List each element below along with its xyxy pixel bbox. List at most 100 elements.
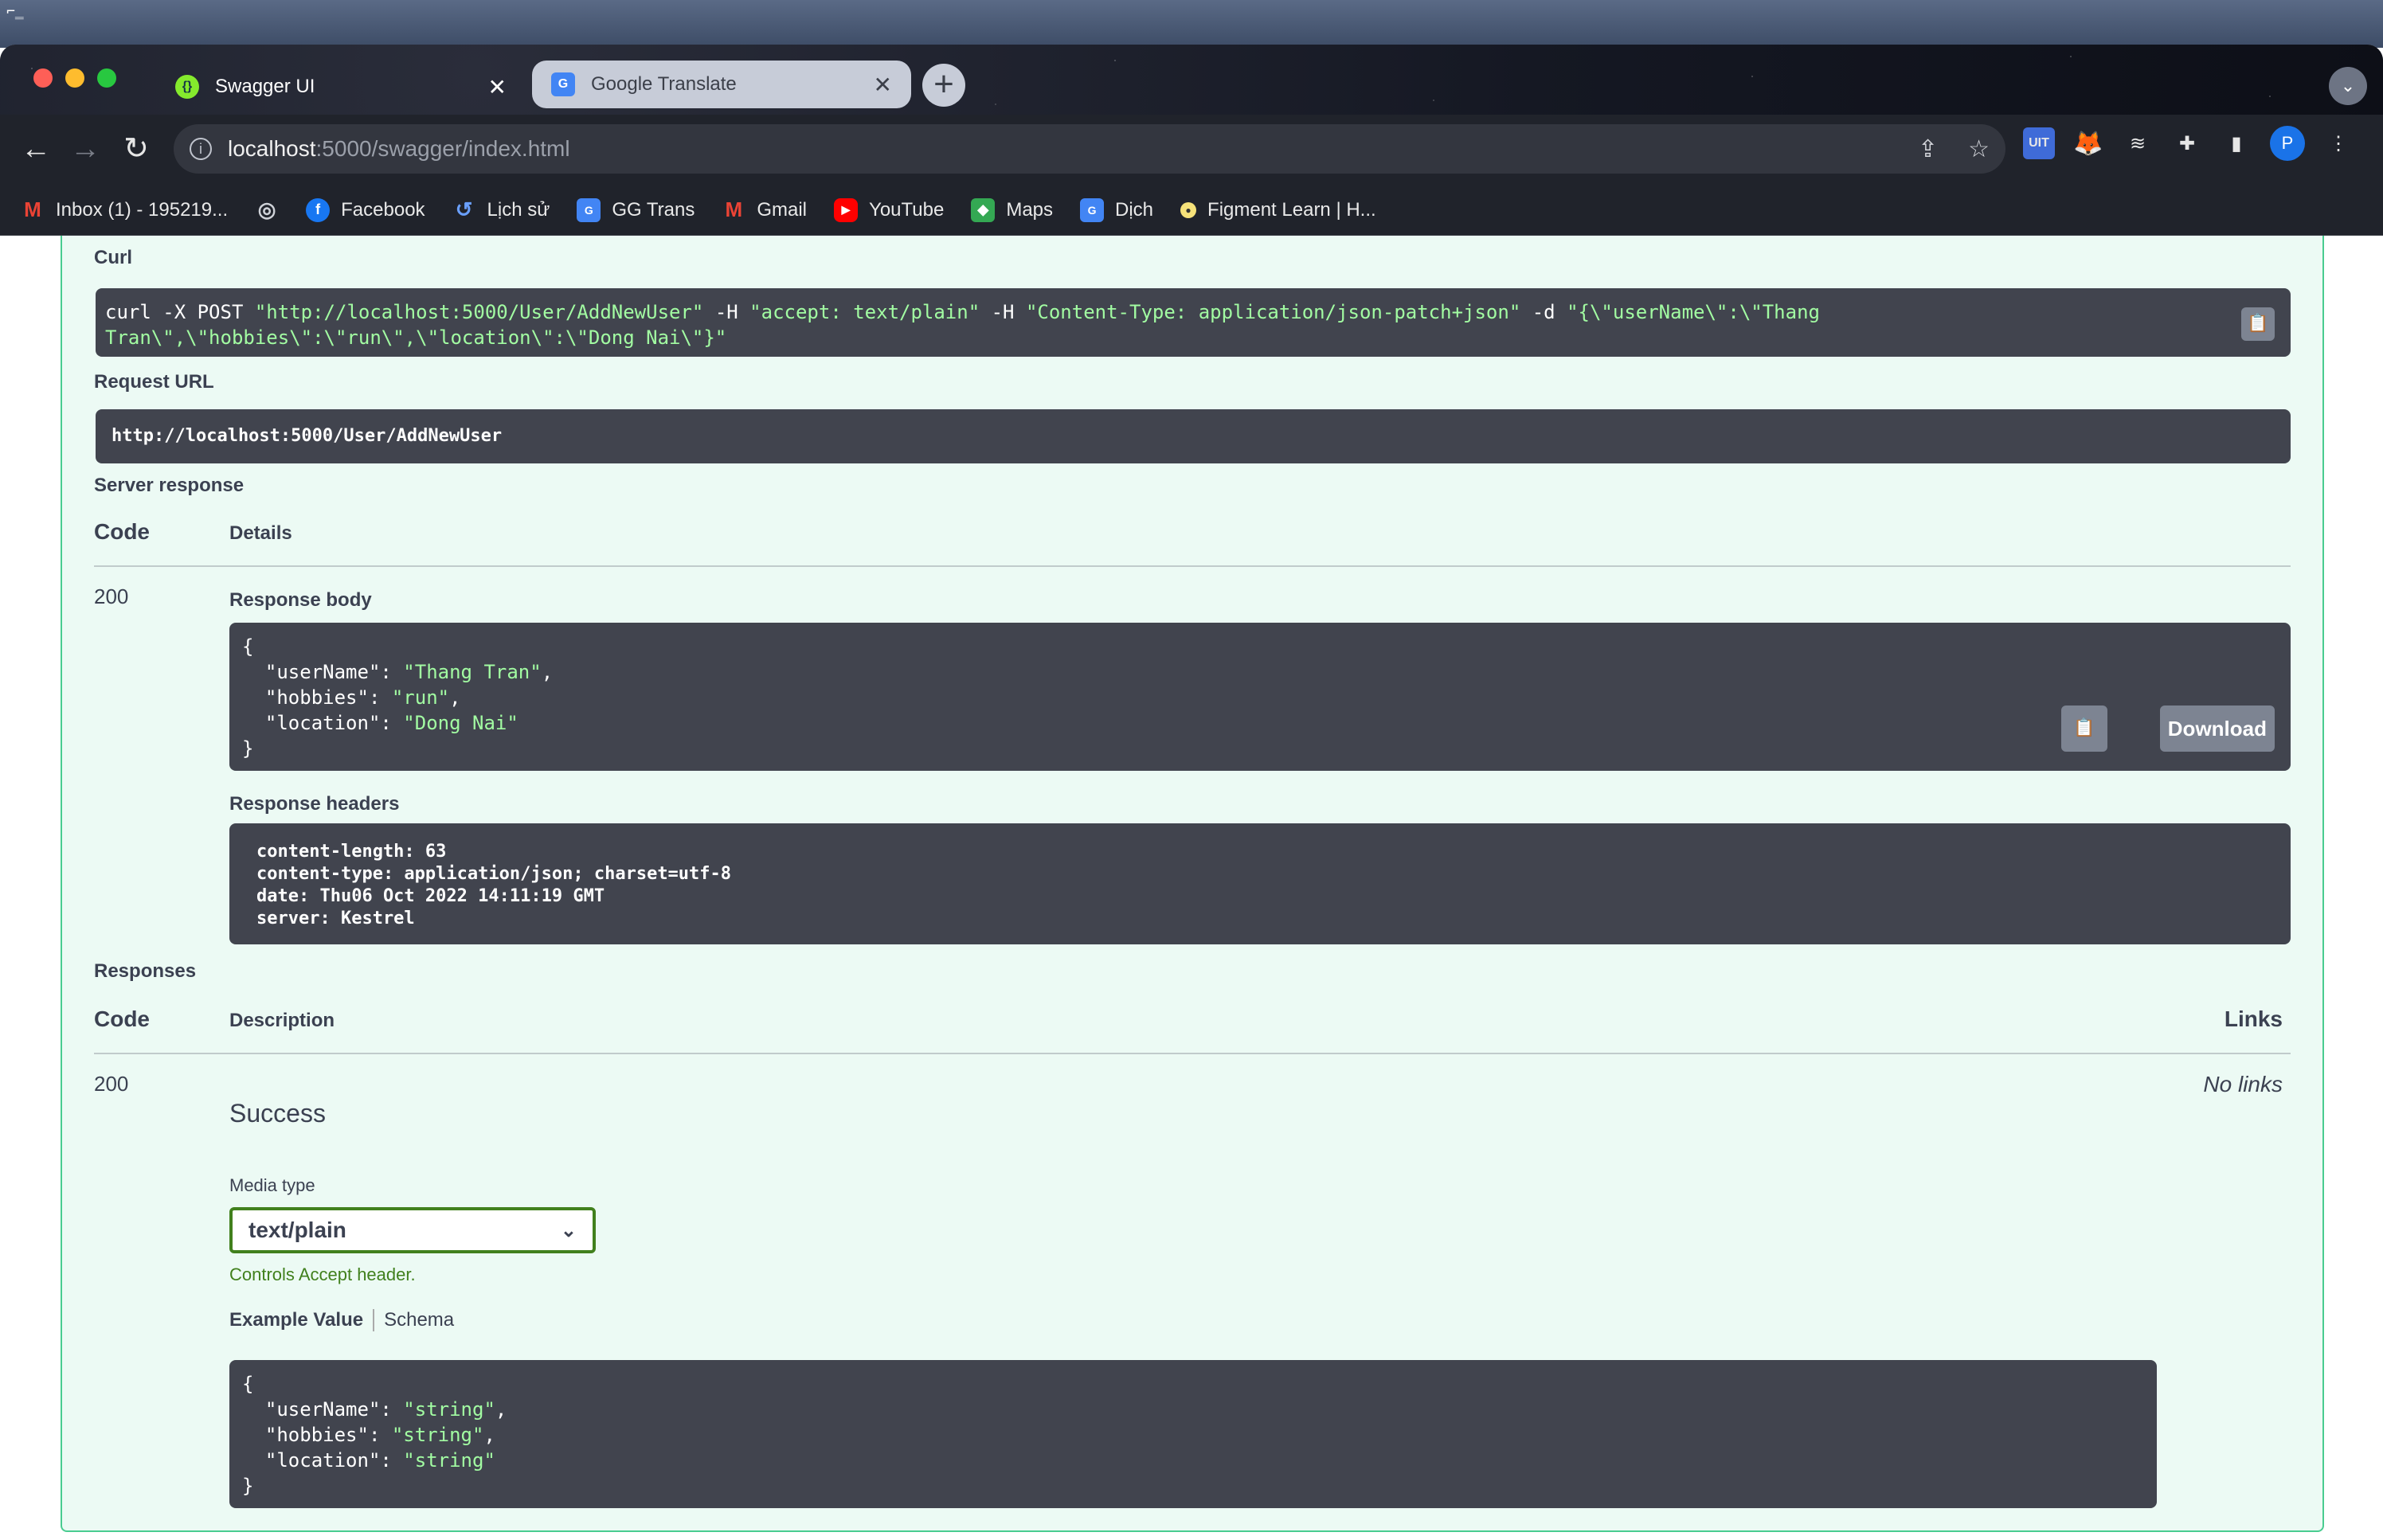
- example-value-code: { "userName": "string", "hobbies": "stri…: [229, 1360, 2157, 1508]
- json-value: string: [403, 1424, 472, 1446]
- response-headers-label: Response headers: [229, 793, 400, 815]
- copy-response-button[interactable]: 📋: [2061, 706, 2107, 752]
- curl-text: -d: [1520, 301, 1567, 323]
- extensions-area: UIT 🦊 ≋ ✚ ▮ P ⋮: [2023, 126, 2354, 161]
- header-line: content-type: application/json; charset=…: [256, 864, 732, 884]
- header-line: date: Thu06 Oct 2022 14:11:19 GMT: [256, 886, 605, 906]
- example-tabs: Example Value Schema: [229, 1309, 454, 1331]
- header-line: content-length: 63: [256, 842, 447, 862]
- bookmark-figment[interactable]: ● Figment Learn | H...: [1180, 199, 1376, 221]
- response-code: 200: [94, 1072, 129, 1096]
- side-panel-icon[interactable]: ▮: [2221, 127, 2252, 159]
- download-button[interactable]: Download: [2159, 706, 2275, 752]
- gmail-icon: M: [24, 197, 41, 221]
- bookmark-label: Facebook: [341, 198, 425, 221]
- share-icon[interactable]: ⇪: [1918, 135, 1938, 163]
- curl-body: "{\"userName\":\"Thang: [1567, 301, 1820, 323]
- close-window-button[interactable]: [33, 68, 53, 88]
- url-host: localhost: [228, 136, 316, 161]
- controls-accept-note: Controls Accept header.: [229, 1264, 416, 1284]
- bookmark-facebook[interactable]: f Facebook: [306, 197, 425, 222]
- responses-label: Responses: [94, 960, 197, 982]
- tab-title: Swagger UI: [215, 76, 315, 97]
- menubar-glyph: ⌐‗: [6, 3, 24, 20]
- table-divider: [94, 565, 2291, 567]
- site-info-icon[interactable]: i: [190, 138, 212, 160]
- request-url-value: http://localhost:5000/User/AddNewUser: [96, 409, 2291, 463]
- puzzle-extensions-icon[interactable]: ✚: [2171, 127, 2203, 159]
- bookmark-label: Inbox (1) - 195219...: [56, 198, 229, 221]
- bookmark-youtube[interactable]: ▶ YouTube: [834, 197, 945, 222]
- kebab-menu-icon[interactable]: ⋮: [2322, 127, 2354, 159]
- tab-swagger-ui[interactable]: {} Swagger UI ✕: [156, 59, 526, 115]
- figment-icon: ●: [1180, 201, 1197, 218]
- stack-extension-icon[interactable]: ≋: [2122, 127, 2154, 159]
- tab-search-button[interactable]: ⌄: [2329, 67, 2367, 105]
- table-divider: [94, 1053, 2291, 1054]
- page-content: Curl curl -X POST "http://localhost:5000…: [0, 236, 2383, 1540]
- close-tab-icon[interactable]: ✕: [874, 72, 892, 98]
- bookmark-maps[interactable]: ◆ Maps: [971, 197, 1054, 222]
- tab-strip: {} Swagger UI ✕ G Google Translate ✕ + ⌄: [0, 45, 2383, 115]
- curl-command: curl -X POST "http://localhost:5000/User…: [96, 288, 2291, 357]
- curl-text: curl -X POST: [105, 301, 255, 323]
- gmail-icon: M: [725, 197, 743, 221]
- response-code: 200: [94, 584, 129, 608]
- json-line: "location": "string": [242, 1449, 495, 1472]
- bookmarks-bar: M Inbox (1) - 195219... ◎ f Facebook ↺ Lịch…: [0, 185, 2383, 236]
- json-value: Dong Nai: [414, 712, 507, 734]
- curl-text: -H: [980, 301, 1026, 323]
- bookmark-globe[interactable]: ◎: [255, 197, 279, 222]
- minimize-window-button[interactable]: [65, 68, 84, 88]
- copy-curl-button[interactable]: 📋: [2241, 307, 2275, 341]
- browser-window: {} Swagger UI ✕ G Google Translate ✕ + ⌄…: [0, 45, 2383, 1540]
- curl-body: Tran\",\"hobbies\":\"run\",\"location\":…: [105, 326, 727, 349]
- tab-separator: [373, 1309, 375, 1331]
- bookmark-label: YouTube: [869, 198, 945, 221]
- header-line: server: Kestrel: [256, 909, 415, 928]
- json-brace: {: [242, 635, 254, 658]
- curl-line-2: Tran\",\"hobbies\":\"run\",\"location\":…: [105, 325, 2281, 350]
- back-button[interactable]: ←: [16, 129, 56, 169]
- json-brace: }: [242, 1475, 254, 1497]
- json-line: "location": "Dong Nai": [242, 712, 518, 734]
- maps-icon: ◆: [971, 197, 996, 222]
- browser-toolbar: ← → ↻ i localhost:5000/swagger/index.htm…: [0, 115, 2383, 185]
- no-links-text: No links: [2203, 1072, 2283, 1096]
- clipboard-icon: 📋: [2073, 718, 2095, 738]
- curl-line-1: curl -X POST "http://localhost:5000/User…: [105, 299, 2281, 325]
- bookmark-gg-trans[interactable]: G GG Trans: [577, 197, 695, 222]
- code-column-header: Code: [94, 519, 150, 544]
- reload-button[interactable]: ↻: [116, 129, 156, 169]
- clipboard-icon: 📋: [2247, 314, 2269, 334]
- bookmark-label: Figment Learn | H...: [1207, 198, 1376, 221]
- tab-example-value[interactable]: Example Value: [229, 1309, 363, 1331]
- bookmark-history[interactable]: ↺ Lịch sử: [452, 197, 550, 222]
- google-translate-icon: G: [551, 72, 575, 96]
- forward-button[interactable]: →: [65, 129, 105, 169]
- media-type-value: text/plain: [248, 1218, 346, 1242]
- metamask-icon[interactable]: 🦊: [2072, 127, 2104, 159]
- bookmark-inbox[interactable]: M Inbox (1) - 195219...: [21, 197, 229, 222]
- globe-icon: ◎: [257, 197, 276, 221]
- tab-schema[interactable]: Schema: [384, 1309, 454, 1331]
- google-translate-icon: G: [1080, 197, 1105, 222]
- json-line: "hobbies": "string",: [242, 1424, 495, 1446]
- bookmark-gmail[interactable]: M Gmail: [722, 197, 808, 222]
- address-bar[interactable]: i localhost:5000/swagger/index.html ⇪ ☆: [174, 124, 2005, 174]
- bookmark-label: Maps: [1006, 198, 1054, 221]
- links-column-header: Links: [2224, 1006, 2283, 1031]
- close-tab-icon[interactable]: ✕: [488, 74, 507, 100]
- media-type-select[interactable]: text/plain ⌄: [229, 1207, 596, 1253]
- new-tab-button[interactable]: +: [922, 64, 965, 107]
- uit-extension-icon[interactable]: UIT: [2023, 127, 2055, 159]
- tab-title: Google Translate: [591, 73, 737, 95]
- bookmark-star-icon[interactable]: ☆: [1968, 135, 1990, 163]
- json-line: "hobbies": "run",: [242, 686, 461, 709]
- bookmark-dich[interactable]: G Dịch: [1080, 197, 1153, 222]
- json-value: string: [414, 1398, 484, 1421]
- maximize-window-button[interactable]: [97, 68, 116, 88]
- json-line: "userName": "string",: [242, 1398, 507, 1421]
- profile-avatar[interactable]: P: [2270, 126, 2305, 161]
- tab-google-translate[interactable]: G Google Translate ✕: [532, 61, 911, 108]
